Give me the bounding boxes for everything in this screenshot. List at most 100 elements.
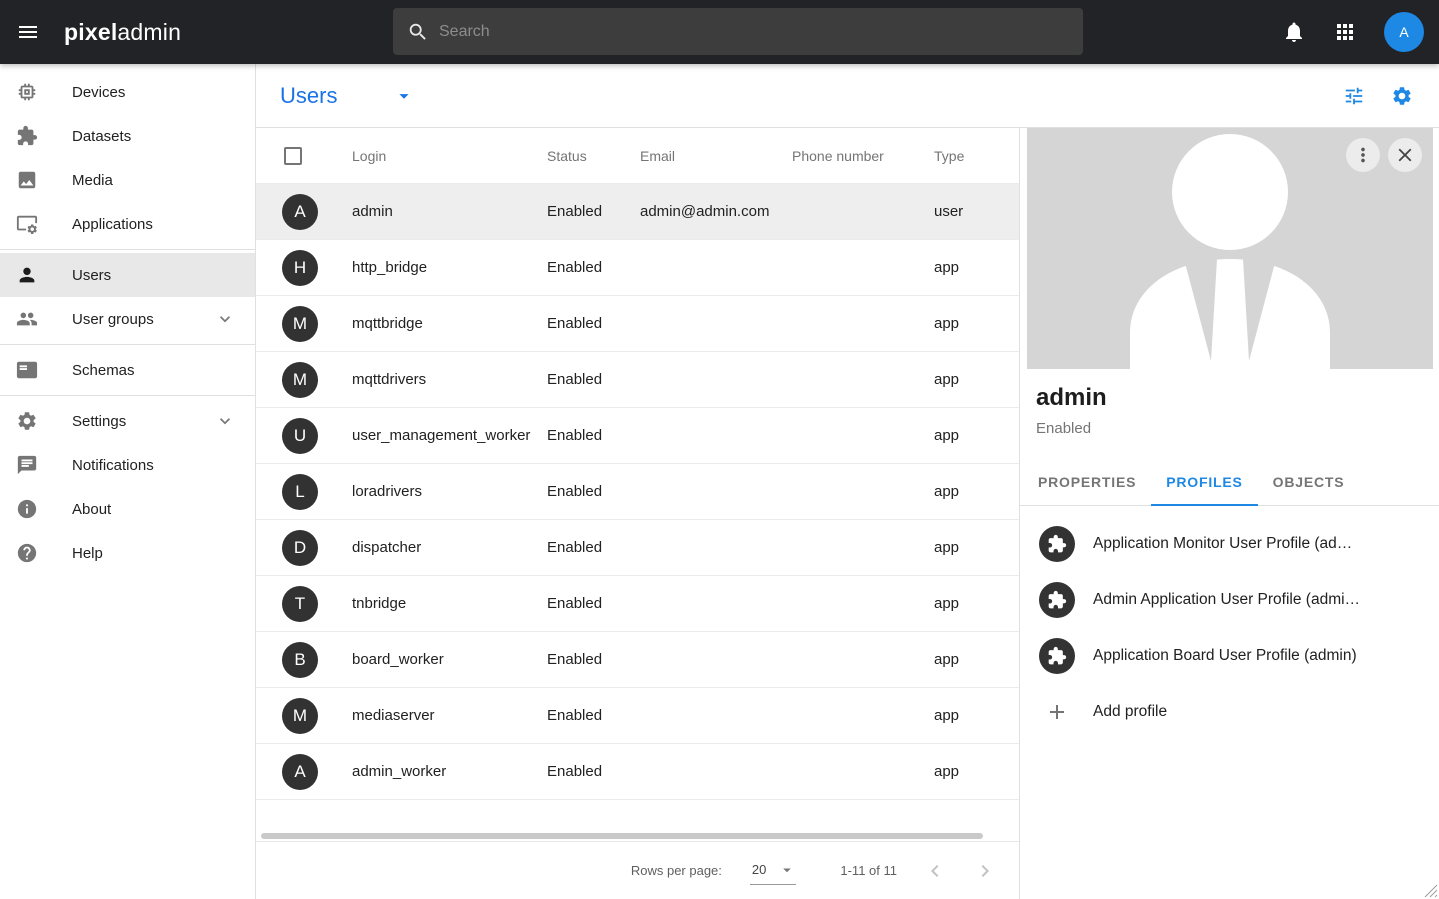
image-icon (16, 169, 38, 191)
column-header-phone: Phone number (792, 148, 934, 164)
user-avatar[interactable]: A (1384, 12, 1424, 52)
table-header-row: Login Status Email Phone number Type (256, 128, 1019, 184)
info-icon (16, 498, 38, 520)
table-row[interactable]: M mediaserver Enabled app (256, 688, 1019, 744)
row-avatar: B (282, 642, 318, 678)
pagination-range: 1-11 of 11 (840, 863, 897, 878)
row-avatar: M (282, 698, 318, 734)
table-row[interactable]: T tnbridge Enabled app (256, 576, 1019, 632)
row-avatar: T (282, 586, 318, 622)
users-table-pane: Login Status Email Phone number Type A a… (256, 128, 1020, 899)
sidebar-divider (0, 395, 255, 396)
table-row[interactable]: M mqttdrivers Enabled app (256, 352, 1019, 408)
puzzle-icon (1039, 526, 1075, 562)
puzzle-icon (16, 125, 38, 147)
table-row[interactable]: A admin_worker Enabled app (256, 744, 1019, 800)
chevron-down-icon (215, 309, 235, 329)
close-panel-button[interactable] (1388, 138, 1422, 172)
row-avatar: H (282, 250, 318, 286)
previous-page-icon[interactable] (923, 859, 947, 883)
row-avatar: A (282, 194, 318, 230)
gear-icon (16, 410, 38, 432)
sidebar-item-applications[interactable]: Applications (0, 202, 255, 246)
chip-icon (16, 81, 38, 103)
sidebar-item-about[interactable]: About (0, 487, 255, 531)
profile-list-item[interactable]: Application Monitor User Profile (ad… (1020, 516, 1439, 572)
kebab-menu-icon (1352, 144, 1374, 166)
notifications-bell-icon[interactable] (1282, 20, 1306, 44)
row-avatar: D (282, 530, 318, 566)
column-header-email: Email (640, 148, 792, 164)
entity-selector[interactable]: Users (280, 83, 415, 109)
next-page-icon[interactable] (973, 859, 997, 883)
row-avatar: U (282, 418, 318, 454)
pagination-bar: Rows per page: 20 1-11 of 11 (256, 841, 1019, 899)
search-input[interactable] (439, 23, 1069, 41)
rows-per-page-select[interactable]: 20 (750, 857, 796, 885)
detail-tabs: PROPERTIESPROFILESOBJECTS (1020, 458, 1439, 506)
people-icon (16, 308, 38, 330)
puzzle-icon (1039, 638, 1075, 674)
tab-profiles[interactable]: PROFILES (1151, 458, 1257, 505)
tab-properties[interactable]: PROPERTIES (1023, 458, 1151, 505)
row-avatar: A (282, 754, 318, 790)
user-detail-panel: admin Enabled PROPERTIESPROFILESOBJECTS … (1020, 128, 1439, 899)
menu-icon[interactable] (16, 20, 40, 44)
dropdown-caret-icon (393, 85, 415, 107)
chat-icon (16, 454, 38, 476)
profile-list-item[interactable]: Admin Application User Profile (admi… (1020, 572, 1439, 628)
table-row[interactable]: H http_bridge Enabled app (256, 240, 1019, 296)
apps-grid-icon[interactable] (1333, 20, 1357, 44)
help-icon (16, 542, 38, 564)
add-profile-button[interactable]: Add profile (1020, 684, 1439, 740)
top-app-bar: pixeladmin A (0, 0, 1439, 64)
sidebar-item-user-groups[interactable]: User groups (0, 297, 255, 341)
page-title: Users (280, 83, 337, 109)
schema-card-icon (16, 359, 38, 381)
detail-user-title: admin (1036, 384, 1439, 412)
row-avatar: M (282, 306, 318, 342)
table-row[interactable]: M mqttbridge Enabled app (256, 296, 1019, 352)
person-icon (16, 264, 38, 286)
row-avatar: M (282, 362, 318, 398)
table-row[interactable]: A admin Enabled admin@admin.com user (256, 184, 1019, 240)
content-header: Users (256, 64, 1439, 128)
more-options-button[interactable] (1346, 138, 1380, 172)
column-header-status: Status (547, 148, 640, 164)
select-all-checkbox[interactable] (284, 147, 302, 165)
close-icon (1394, 144, 1416, 166)
profile-list-item[interactable]: Application Board User Profile (admin) (1020, 628, 1439, 684)
sidebar-divider (0, 344, 255, 345)
column-header-login: Login (352, 148, 547, 164)
table-row[interactable]: B board_worker Enabled app (256, 632, 1019, 688)
tab-objects[interactable]: OBJECTS (1258, 458, 1360, 505)
table-row[interactable]: U user_management_worker Enabled app (256, 408, 1019, 464)
plus-icon (1039, 694, 1075, 730)
app-logo: pixeladmin (64, 19, 181, 46)
app-window-icon (16, 213, 38, 235)
sidebar-item-help[interactable]: Help (0, 531, 255, 575)
table-row[interactable]: D dispatcher Enabled app (256, 520, 1019, 576)
sidebar-item-settings[interactable]: Settings (0, 399, 255, 443)
sidebar-item-notifications[interactable]: Notifications (0, 443, 255, 487)
search-icon (407, 21, 429, 43)
sidebar-item-users[interactable]: Users (0, 253, 255, 297)
row-avatar: L (282, 474, 318, 510)
settings-gear-icon[interactable] (1391, 85, 1413, 107)
profiles-list: Application Monitor User Profile (ad… Ad… (1020, 506, 1439, 740)
sidebar-item-media[interactable]: Media (0, 158, 255, 202)
profile-photo-placeholder (1027, 128, 1433, 369)
resize-grip[interactable] (1424, 884, 1438, 898)
rows-per-page-label: Rows per page: (631, 863, 722, 878)
search-bar[interactable] (393, 8, 1083, 55)
sidebar-nav: Devices Datasets Media Applications User… (0, 64, 256, 899)
sidebar-item-devices[interactable]: Devices (0, 70, 255, 114)
sidebar-item-datasets[interactable]: Datasets (0, 114, 255, 158)
horizontal-scrollbar[interactable] (261, 833, 983, 839)
filter-tune-icon[interactable] (1343, 85, 1365, 107)
chevron-down-icon (215, 411, 235, 431)
puzzle-icon (1039, 582, 1075, 618)
sidebar-item-schemas[interactable]: Schemas (0, 348, 255, 392)
table-row[interactable]: L loradrivers Enabled app (256, 464, 1019, 520)
column-header-type: Type (934, 148, 1019, 164)
